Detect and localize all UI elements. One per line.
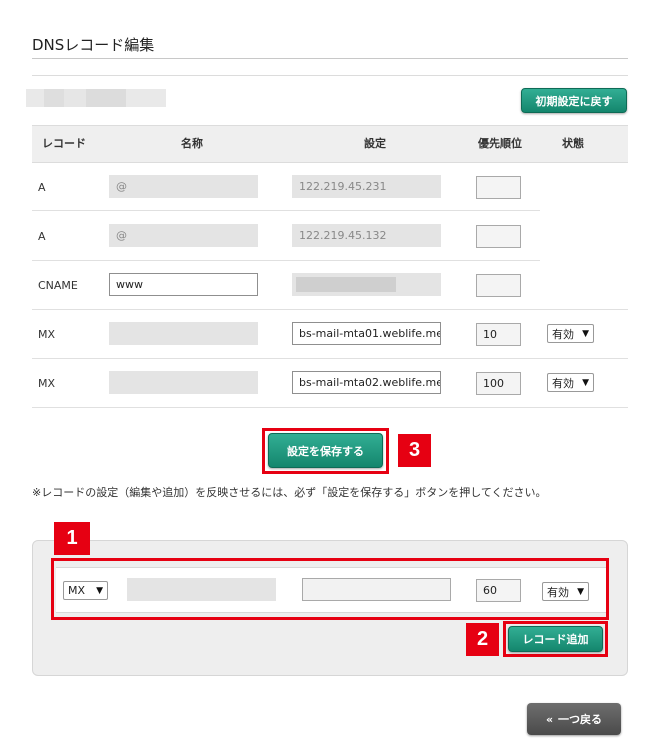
dropdown-arrow-icon: ▼: [96, 585, 103, 596]
reset-defaults-button[interactable]: 初期設定に戻す: [521, 88, 627, 113]
page-title: DNSレコード編集: [32, 36, 155, 54]
row-divider: [32, 358, 628, 359]
row5-value-field[interactable]: bs-mail-mta02.weblife.me: [292, 371, 441, 394]
back-button-label: 一つ戻る: [558, 713, 603, 726]
divider: [32, 75, 628, 76]
row5-name-field: [109, 371, 258, 394]
row1-type: A: [38, 181, 46, 194]
add-name-field: [127, 578, 276, 601]
annotation-badge-1: 1: [54, 522, 90, 555]
add-type-select[interactable]: MX ▼: [63, 581, 108, 600]
header-priority: 優先順位: [478, 137, 522, 150]
row3-type: CNAME: [38, 279, 78, 292]
row4-status-value: 有効: [552, 327, 574, 341]
row5-priority-field[interactable]: 100: [476, 372, 521, 395]
row2-priority-field[interactable]: [476, 225, 521, 248]
row2-value-field: 122.219.45.132: [292, 224, 441, 247]
annotation-badge-3: 3: [398, 434, 431, 467]
add-type-value: MX: [68, 584, 86, 597]
add-value-field[interactable]: [302, 578, 451, 601]
row5-status-value: 有効: [552, 376, 574, 390]
add-status-select[interactable]: 有効 ▼: [542, 582, 589, 601]
row4-status-select[interactable]: 有効 ▼: [547, 324, 594, 343]
title-underline: [32, 58, 628, 59]
row4-priority-field[interactable]: 10: [476, 323, 521, 346]
table-header: [32, 125, 628, 163]
row3-priority-field[interactable]: [476, 274, 521, 297]
row-divider: [32, 260, 540, 261]
row5-type: MX: [38, 377, 56, 390]
row4-type: MX: [38, 328, 56, 341]
row4-name-field: [109, 322, 258, 345]
row-divider: [32, 309, 628, 310]
dropdown-arrow-icon: ▼: [582, 328, 589, 339]
double-chevron-left-icon: «: [545, 712, 554, 726]
row5-status-select[interactable]: 有効 ▼: [547, 373, 594, 392]
header-status: 状態: [562, 137, 584, 150]
row3-name-field[interactable]: www: [109, 273, 258, 296]
save-note: ※レコードの設定（編集や追加）を反映させるには、必ず「設定を保存する」ボタンを押…: [32, 486, 547, 499]
header-setting: 設定: [364, 137, 386, 150]
redacted-domain: [26, 89, 166, 107]
dropdown-arrow-icon: ▼: [582, 377, 589, 388]
dropdown-arrow-icon: ▼: [577, 586, 584, 597]
row1-value-field: 122.219.45.231: [292, 175, 441, 198]
add-status-value: 有効: [547, 585, 569, 599]
save-settings-button[interactable]: 設定を保存する: [268, 433, 383, 468]
back-button[interactable]: « 一つ戻る: [527, 703, 621, 735]
redacted-cname-value: [296, 277, 396, 292]
row-divider: [32, 407, 628, 408]
row-divider: [32, 210, 540, 211]
row2-type: A: [38, 230, 46, 243]
row1-name-field: @: [109, 175, 258, 198]
row1-priority-field[interactable]: [476, 176, 521, 199]
annotation-badge-2: 2: [466, 623, 499, 656]
add-record-button[interactable]: レコード追加: [508, 626, 603, 652]
row4-value-field[interactable]: bs-mail-mta01.weblife.me: [292, 322, 441, 345]
add-priority-field[interactable]: 60: [476, 579, 521, 602]
header-record: レコード: [42, 137, 86, 150]
row2-name-field: @: [109, 224, 258, 247]
header-name: 名称: [181, 137, 203, 150]
